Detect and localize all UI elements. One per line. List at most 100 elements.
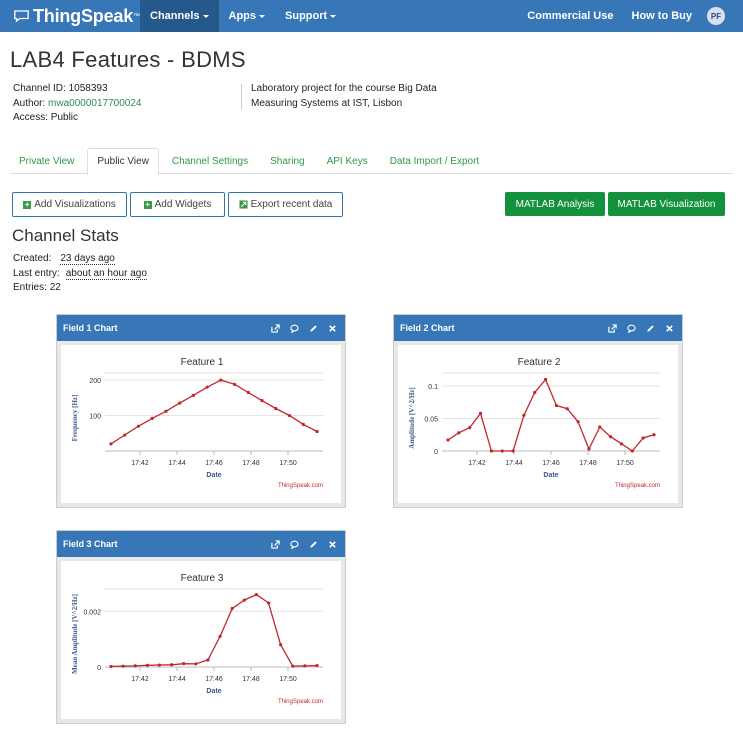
data-point[interactable]	[576, 420, 580, 424]
tab-sharing[interactable]: Sharing	[261, 148, 313, 174]
add-widgets-button[interactable]: + Add Widgets	[130, 192, 225, 217]
data-point[interactable]	[598, 425, 602, 429]
data-point[interactable]	[169, 663, 174, 667]
data-point[interactable]	[206, 658, 210, 662]
data-point[interactable]	[150, 416, 154, 420]
data-point[interactable]	[587, 447, 591, 451]
data-point[interactable]	[489, 449, 493, 453]
data-point[interactable]	[191, 393, 195, 397]
data-point[interactable]	[254, 592, 259, 597]
pencil-icon[interactable]	[646, 324, 655, 333]
comment-icon[interactable]	[290, 540, 299, 549]
external-link-icon[interactable]	[271, 323, 280, 333]
data-point[interactable]	[652, 433, 656, 437]
x-axis-label: Date	[543, 472, 558, 479]
data-point[interactable]	[533, 390, 537, 395]
data-point[interactable]	[266, 601, 271, 605]
data-point[interactable]	[230, 606, 234, 611]
data-point[interactable]	[242, 598, 246, 602]
data-point[interactable]	[121, 664, 125, 668]
tab-data-import-export[interactable]: Data Import / Export	[381, 148, 488, 174]
data-point[interactable]	[522, 413, 526, 417]
tab-private-view[interactable]: Private View	[10, 148, 83, 174]
data-point[interactable]	[164, 409, 168, 413]
data-point[interactable]	[565, 407, 569, 411]
data-point[interactable]	[274, 406, 278, 411]
data-point[interactable]	[619, 442, 624, 446]
nav-apps-label: Apps	[228, 10, 257, 22]
data-point[interactable]	[315, 664, 319, 668]
author-link[interactable]: mwa0000017700024	[48, 98, 141, 109]
data-point[interactable]	[609, 435, 613, 439]
caret-down-icon	[330, 14, 337, 18]
tab-channel-settings[interactable]: Channel Settings	[163, 148, 257, 174]
nav-how-to-buy[interactable]: How to Buy	[623, 0, 702, 32]
page-title: LAB4 Features - BDMS	[10, 47, 246, 72]
data-point[interactable]	[630, 449, 634, 453]
data-point[interactable]	[145, 663, 149, 667]
nav-apps[interactable]: Apps	[219, 0, 276, 32]
data-point[interactable]	[182, 662, 186, 666]
data-point[interactable]	[287, 413, 292, 418]
x-tick-label: 17:48	[242, 676, 260, 683]
add-visualizations-button[interactable]: + Add Visualizations	[12, 192, 127, 217]
data-point[interactable]	[136, 424, 141, 428]
matlab-analysis-button[interactable]: MATLAB Analysis	[505, 192, 605, 216]
pencil-icon[interactable]	[309, 324, 318, 333]
export-recent-data-button[interactable]: Export recent data	[228, 192, 343, 217]
export-label: Export recent data	[250, 199, 333, 210]
data-point[interactable]	[291, 664, 295, 668]
export-icon	[239, 200, 248, 209]
data-point[interactable]	[109, 442, 113, 446]
avatar[interactable]: PF	[707, 7, 725, 25]
data-point[interactable]	[303, 664, 307, 668]
field-1-chart-card: Field 1 Chart Feature 1 100 200 17:42 17:44 1…	[56, 314, 346, 508]
external-link-icon[interactable]	[608, 323, 617, 333]
pencil-icon[interactable]	[309, 540, 318, 549]
data-point[interactable]	[301, 422, 305, 427]
close-icon[interactable]	[665, 324, 674, 333]
chart-area: Feature 2 0 0.05 0.1 17:42 17:44 17:46 17:48 17:…	[394, 341, 682, 507]
data-point[interactable]	[315, 429, 319, 434]
divider	[241, 84, 242, 110]
data-point[interactable]	[246, 390, 250, 395]
data-point[interactable]	[133, 664, 137, 668]
comment-icon[interactable]	[290, 324, 299, 333]
matlab-visualization-button[interactable]: MATLAB Visualization	[608, 192, 725, 216]
nav-channels[interactable]: Channels	[140, 0, 219, 32]
data-point[interactable]	[446, 438, 450, 442]
data-point[interactable]	[511, 449, 515, 453]
top-navbar: ThingSpeak ™ Channels Apps Support Commer…	[0, 0, 743, 32]
data-point[interactable]	[218, 634, 222, 638]
tab-api-keys[interactable]: API Keys	[318, 148, 377, 174]
data-point[interactable]	[478, 411, 483, 415]
external-link-icon[interactable]	[271, 539, 280, 549]
data-point[interactable]	[543, 377, 548, 382]
data-point[interactable]	[205, 385, 209, 389]
data-point[interactable]	[554, 403, 559, 408]
comment-icon[interactable]	[627, 324, 636, 333]
nav-support[interactable]: Support	[275, 0, 346, 32]
data-point[interactable]	[219, 378, 223, 382]
data-point[interactable]	[157, 663, 162, 667]
data-point[interactable]	[109, 664, 113, 669]
data-point[interactable]	[641, 436, 645, 440]
data-point[interactable]	[194, 662, 198, 666]
close-icon[interactable]	[328, 324, 337, 333]
data-point[interactable]	[500, 449, 504, 453]
data-point[interactable]	[123, 433, 127, 437]
brand-logo[interactable]: ThingSpeak ™	[0, 0, 140, 32]
entries-label: Entries:	[13, 282, 47, 293]
close-icon[interactable]	[328, 540, 337, 549]
data-point[interactable]	[233, 382, 237, 386]
data-point[interactable]	[260, 399, 264, 403]
data-point[interactable]	[468, 426, 472, 430]
nav-commercial-use[interactable]: Commercial Use	[518, 0, 622, 32]
tab-public-view[interactable]: Public View	[87, 148, 159, 175]
data-point[interactable]	[279, 643, 283, 647]
data-point[interactable]	[457, 431, 461, 435]
data-point[interactable]	[178, 401, 182, 405]
add-widgets-label: Add Widgets	[154, 199, 212, 210]
last-entry-label: Last entry:	[13, 267, 60, 279]
chart-card-title: Field 2 Chart	[400, 323, 455, 333]
